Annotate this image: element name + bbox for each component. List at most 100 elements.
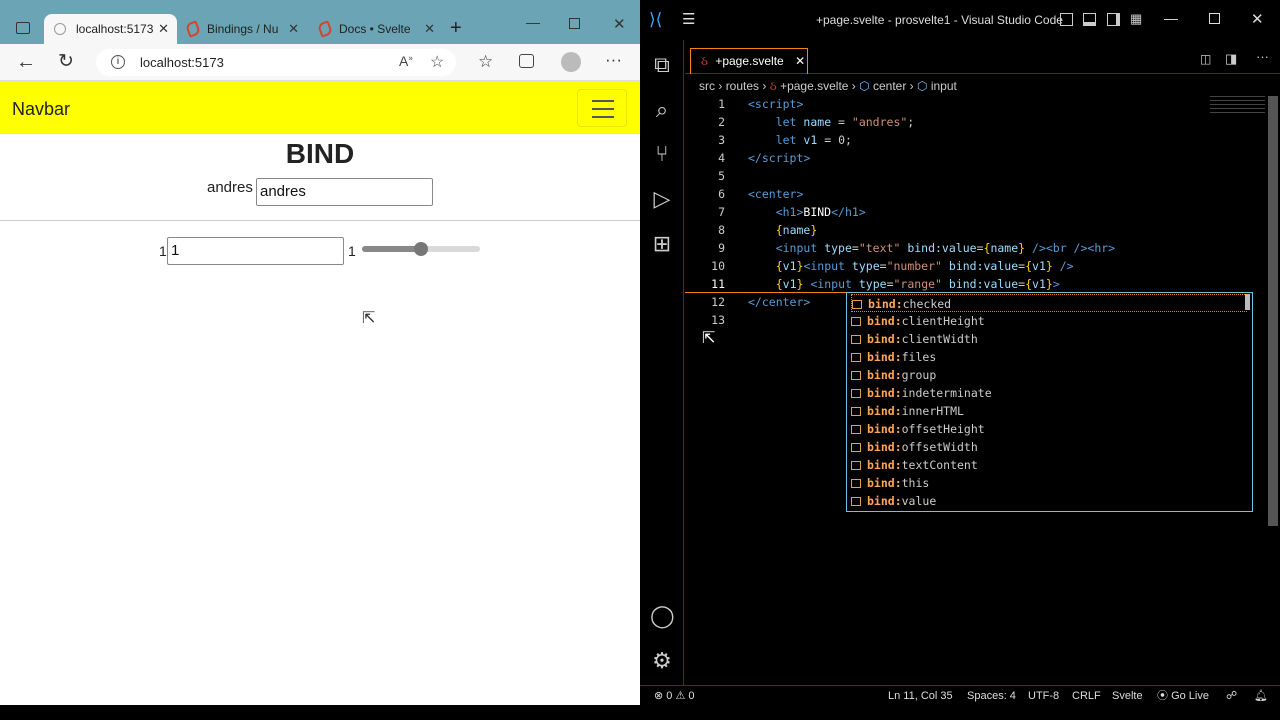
name-input[interactable]: andres: [256, 178, 433, 206]
property-icon: [851, 371, 861, 380]
breadcrumb-input[interactable]: input: [931, 79, 957, 93]
close-tab-icon[interactable]: ✕: [288, 21, 299, 37]
notifications-icon[interactable]: 🔔︎: [1254, 686, 1268, 706]
suggestion-item[interactable]: bind:indeterminate: [851, 384, 1247, 402]
indentation[interactable]: Spaces: 4: [967, 686, 1016, 706]
window-title: +page.svelte - prosvelte1 - Visual Studi…: [816, 13, 1063, 27]
close-tab-icon[interactable]: ✕: [158, 21, 169, 37]
suggestion-prefix: bind:: [867, 422, 902, 436]
suggestion-item[interactable]: bind:textContent: [851, 456, 1247, 474]
suggestion-item[interactable]: bind:value: [851, 492, 1247, 510]
status-bar: ⊗ 0 ⚠ 0 Ln 11, Col 35 Spaces: 4 UTF-8 CR…: [640, 685, 1280, 705]
suggestion-item[interactable]: bind:clientWidth: [851, 330, 1247, 348]
navbar: Navbar: [0, 81, 640, 134]
suggestion-item[interactable]: bind:clientHeight: [851, 312, 1247, 330]
encoding[interactable]: UTF-8: [1028, 686, 1059, 706]
suggestion-item[interactable]: bind:group: [851, 366, 1247, 384]
maximize-icon[interactable]: [569, 18, 580, 29]
maximize-icon[interactable]: [1209, 13, 1220, 24]
suggestion-prefix: bind:: [868, 297, 903, 311]
navbar-toggler[interactable]: [577, 89, 627, 127]
go-live[interactable]: ⦿ Go Live: [1157, 686, 1209, 706]
line-number: 13: [711, 313, 725, 327]
suggestion-item[interactable]: bind:offsetWidth: [851, 438, 1247, 456]
favorite-add-icon[interactable]: ☆: [430, 52, 444, 72]
accounts-icon[interactable]: ◯: [650, 603, 675, 629]
split-editor-icon[interactable]: ◨: [1225, 51, 1237, 67]
browser-tab-localhost[interactable]: localhost:5173 ✕: [44, 14, 177, 44]
line-number: 4: [718, 151, 725, 165]
menu-icon[interactable]: ☰: [682, 10, 695, 28]
source-control-icon[interactable]: ⑂: [650, 141, 674, 167]
toggle-sidebar-icon[interactable]: [1060, 13, 1073, 26]
divider: [0, 220, 640, 221]
toggle-secondary-sidebar-icon[interactable]: [1107, 13, 1120, 26]
extensions-icon[interactable]: ⊞: [650, 231, 674, 257]
property-icon: [851, 353, 861, 362]
suggestion-item[interactable]: bind:files: [851, 348, 1247, 366]
open-preview-icon[interactable]: ◫: [1200, 52, 1211, 66]
vertical-scrollbar[interactable]: [1268, 96, 1278, 526]
minimize-icon[interactable]: —: [526, 14, 540, 30]
code-line: <h1>BIND</h1>: [775, 205, 866, 219]
breadcrumb-file[interactable]: +page.svelte: [780, 79, 848, 93]
suggestion-item[interactable]: bind:checked: [851, 294, 1247, 312]
search-icon[interactable]: ⌕: [650, 97, 674, 123]
profile-avatar[interactable]: [561, 52, 581, 72]
feedback-icon[interactable]: ☍: [1226, 686, 1237, 706]
line-ending[interactable]: CRLF: [1072, 686, 1101, 706]
browser-tab-docs[interactable]: Docs • Svelte ✕: [309, 14, 443, 44]
breadcrumb-routes[interactable]: routes: [726, 79, 759, 93]
problems-status[interactable]: ⊗ 0 ⚠ 0: [654, 686, 695, 706]
error-icon: ⊗: [654, 690, 664, 702]
activity-bar: ⧉ ⌕ ⑂ ▷ ⊞ ◯ ⚙: [640, 40, 684, 685]
breadcrumb-center[interactable]: center: [873, 79, 906, 93]
read-aloud-icon[interactable]: A»: [399, 53, 413, 69]
favorites-icon[interactable]: ☆: [478, 52, 493, 72]
suggestion-label: innerHTML: [901, 404, 964, 418]
suggestion-scrollbar[interactable]: [1245, 294, 1250, 310]
run-debug-icon[interactable]: ▷: [650, 186, 674, 212]
suggestion-item[interactable]: bind:offsetHeight: [851, 420, 1247, 438]
error-count: 0: [666, 690, 673, 702]
minimize-icon[interactable]: —: [1164, 10, 1178, 26]
property-icon: [851, 389, 861, 398]
cursor-position[interactable]: Ln 11, Col 35: [888, 686, 953, 706]
browser-tab-bindings[interactable]: Bindings / Nu ✕: [177, 14, 307, 44]
suggestion-label: textContent: [901, 458, 978, 472]
collections-icon[interactable]: [519, 54, 534, 68]
new-tab-button[interactable]: +: [450, 17, 462, 40]
breadcrumb-src[interactable]: src: [699, 79, 715, 93]
property-icon: [851, 335, 861, 344]
more-menu-icon[interactable]: ···: [605, 50, 622, 70]
page-heading: BIND: [285, 138, 355, 169]
minimap[interactable]: [1210, 96, 1265, 116]
tab-actions-icon[interactable]: [16, 22, 30, 34]
toggle-panel-icon[interactable]: [1083, 13, 1096, 26]
close-tab-icon[interactable]: ✕: [424, 21, 435, 37]
more-actions-icon[interactable]: ···: [1256, 49, 1269, 64]
back-icon[interactable]: ←: [16, 52, 36, 72]
title-bar: ⟩⟨ ☰ +page.svelte - prosvelte1 - Visual …: [640, 0, 1280, 40]
property-icon: [851, 497, 861, 506]
close-window-icon[interactable]: ✕: [1251, 10, 1264, 28]
navbar-brand[interactable]: Navbar: [12, 99, 70, 120]
explorer-icon[interactable]: ⧉: [650, 52, 674, 78]
address-bar[interactable]: i localhost:5173 A» ☆: [96, 49, 456, 76]
range-thumb[interactable]: [414, 242, 428, 256]
number-input[interactable]: 1: [167, 237, 344, 265]
svelte-icon: [316, 20, 334, 38]
refresh-icon[interactable]: ↻: [58, 52, 74, 72]
customize-layout-icon[interactable]: ▦: [1130, 11, 1142, 27]
line-number: 6: [718, 187, 725, 201]
settings-gear-icon[interactable]: ⚙: [650, 648, 674, 674]
close-window-icon[interactable]: ✕: [613, 15, 626, 33]
range-label: 1: [348, 243, 356, 259]
code-line: {name}: [775, 223, 818, 237]
editor-tab-page-svelte[interactable]: ઠ +page.svelte ✕: [690, 48, 808, 74]
close-tab-icon[interactable]: ✕: [795, 54, 805, 68]
svelte-icon: [184, 20, 202, 38]
language-mode[interactable]: Svelte: [1112, 686, 1143, 706]
suggestion-item[interactable]: bind:this: [851, 474, 1247, 492]
suggestion-item[interactable]: bind:innerHTML: [851, 402, 1247, 420]
